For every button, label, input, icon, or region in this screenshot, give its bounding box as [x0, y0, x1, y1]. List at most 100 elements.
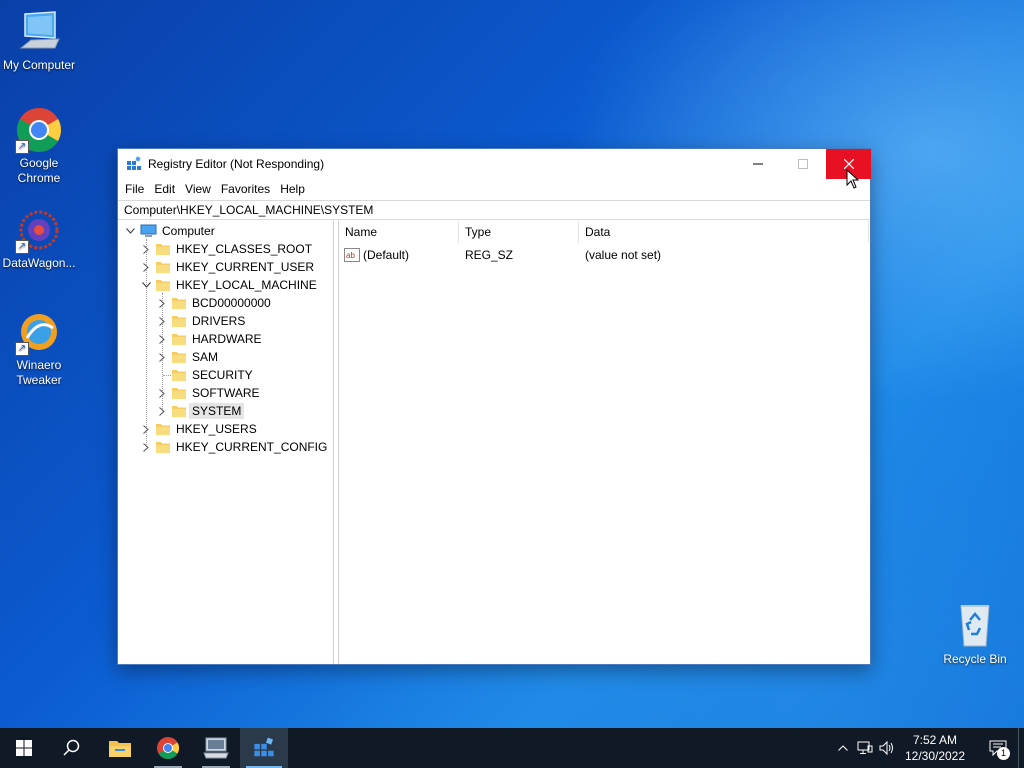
tree-label: Computer [162, 224, 215, 238]
tree-item-sam[interactable]: SAM [156, 348, 218, 366]
chevron-right-icon[interactable] [140, 261, 152, 273]
tree-item-bcd00000000[interactable]: BCD00000000 [156, 294, 271, 312]
tree-label: HKEY_USERS [176, 422, 257, 436]
tree-item-drivers[interactable]: DRIVERS [156, 312, 245, 330]
menu-edit[interactable]: Edit [149, 182, 180, 196]
network-icon [857, 741, 873, 754]
tree-label: HKEY_CURRENT_CONFIG [176, 440, 328, 454]
chevron-right-icon[interactable] [156, 405, 168, 417]
value-name: (Default) [363, 248, 410, 262]
network-button[interactable] [854, 728, 876, 768]
values-list-pane[interactable]: Name Type Data ab (Default) REG_SZ (valu… [339, 221, 870, 664]
chevron-right-icon[interactable] [156, 387, 168, 399]
tree-item-security[interactable]: SECURITY [156, 366, 253, 384]
desktop-icon-label: Google Chrome [17, 156, 61, 185]
folder-icon [172, 316, 186, 327]
desktop-icon-my-computer[interactable]: My Computer [0, 8, 78, 73]
clock[interactable]: 7:52 AM 12/30/2022 [904, 732, 966, 764]
tree-label: HKEY_CLASSES_ROOT [176, 242, 313, 256]
tree-label: SECURITY [192, 368, 253, 382]
search-button[interactable] [48, 728, 96, 768]
chevron-right-icon[interactable] [156, 315, 168, 327]
menu-file[interactable]: File [120, 182, 149, 196]
tree-label: HKEY_LOCAL_MACHINE [176, 278, 317, 292]
datawagon-icon: ↗ [15, 206, 63, 254]
column-header-type[interactable]: Type [459, 221, 579, 243]
speaker-icon [879, 741, 893, 755]
string-value-icon: ab [344, 248, 360, 262]
tree-item-hkey-users[interactable]: HKEY_USERS [140, 420, 257, 438]
registry-editor-icon [127, 156, 141, 170]
menu-favorites[interactable]: Favorites [216, 182, 275, 196]
shortcut-arrow-icon: ↗ [15, 140, 29, 154]
chevron-up-icon [838, 745, 848, 751]
value-data: (value not set) [585, 248, 662, 262]
desktop-icon-recycle-bin[interactable]: Recycle Bin [940, 600, 1010, 666]
close-icon [843, 159, 854, 169]
maximize-icon [797, 159, 808, 169]
chevron-right-icon[interactable] [156, 333, 168, 345]
system-tray: 7:52 AM 12/30/2022 1 [832, 728, 1024, 768]
registry-editor-window[interactable]: Registry Editor (Not Responding) File Ed… [117, 148, 871, 665]
taskbar-my-computer[interactable] [192, 728, 240, 768]
folder-icon [172, 352, 186, 363]
key-tree-pane[interactable]: Computer HKEY_CLASSES_ROOT HKEY_CURRENT_… [118, 221, 334, 664]
registry-editor-icon [254, 737, 274, 757]
tree-label: DRIVERS [192, 314, 246, 328]
menu-view[interactable]: View [180, 182, 216, 196]
notification-badge: 1 [997, 747, 1010, 760]
menu-help[interactable]: Help [275, 182, 310, 196]
tree-item-hkey-current-user[interactable]: HKEY_CURRENT_USER [140, 258, 314, 276]
chevron-down-icon[interactable] [140, 279, 152, 291]
chrome-icon [157, 737, 179, 759]
file-explorer-icon [109, 741, 131, 757]
tree-item-hkey-local-machine[interactable]: HKEY_LOCAL_MACHINE [140, 276, 317, 294]
desktop-icon-label: DataWagon... [2, 256, 76, 270]
tree-item-hkey-current-config[interactable]: HKEY_CURRENT_CONFIG [140, 438, 327, 456]
minimize-button[interactable] [735, 149, 780, 179]
search-icon [63, 739, 80, 756]
start-icon [16, 740, 32, 756]
folder-icon [156, 262, 170, 273]
show-desktop-button[interactable] [1018, 728, 1024, 768]
action-center-button[interactable]: 1 [978, 728, 1018, 768]
chevron-right-icon[interactable] [140, 441, 152, 453]
column-header-data[interactable]: Data [579, 221, 869, 243]
chevron-right-icon[interactable] [156, 351, 168, 363]
folder-icon [172, 388, 186, 399]
taskbar-file-explorer[interactable] [96, 728, 144, 768]
folder-icon [156, 424, 170, 435]
folder-icon [172, 406, 186, 417]
tree-item-computer[interactable]: Computer [124, 222, 215, 240]
table-row[interactable]: ab (Default) REG_SZ (value not set) [339, 246, 869, 264]
show-hidden-icons-button[interactable] [832, 728, 854, 768]
maximize-button[interactable] [780, 149, 825, 179]
tree-label-selected: SYSTEM [189, 403, 245, 419]
computer-icon [15, 8, 63, 56]
desktop-icon-winaero-tweaker[interactable]: ↗ Winaero Tweaker [0, 308, 78, 388]
taskbar-registry-editor[interactable] [240, 728, 288, 768]
volume-button[interactable] [876, 728, 898, 768]
desktop-icon-datawagon[interactable]: ↗ DataWagon... [0, 206, 78, 271]
menu-bar: File Edit View Favorites Help [118, 179, 870, 199]
tree-label: SOFTWARE [192, 386, 260, 400]
tree-item-hkey-classes-root[interactable]: HKEY_CLASSES_ROOT [140, 240, 312, 258]
chevron-right-icon[interactable] [140, 243, 152, 255]
chevron-down-icon[interactable] [124, 225, 136, 237]
start-button[interactable] [0, 728, 48, 768]
title-bar[interactable]: Registry Editor (Not Responding) [118, 149, 871, 189]
taskbar-chrome[interactable] [144, 728, 192, 768]
my-computer-icon [203, 737, 229, 759]
tree-label: BCD00000000 [192, 296, 271, 310]
column-header-name[interactable]: Name [339, 221, 459, 243]
folder-icon [156, 244, 170, 255]
chevron-right-icon[interactable] [156, 297, 168, 309]
chevron-right-icon[interactable] [140, 423, 152, 435]
tree-item-system[interactable]: SYSTEM [156, 402, 245, 420]
address-bar[interactable]: Computer\HKEY_LOCAL_MACHINE\SYSTEM [118, 200, 870, 220]
clock-time: 7:52 AM [912, 733, 958, 747]
clock-date: 12/30/2022 [904, 749, 966, 763]
desktop-icon-google-chrome[interactable]: ↗ Google Chrome [0, 106, 78, 186]
tree-item-hardware[interactable]: HARDWARE [156, 330, 262, 348]
tree-item-software[interactable]: SOFTWARE [156, 384, 260, 402]
